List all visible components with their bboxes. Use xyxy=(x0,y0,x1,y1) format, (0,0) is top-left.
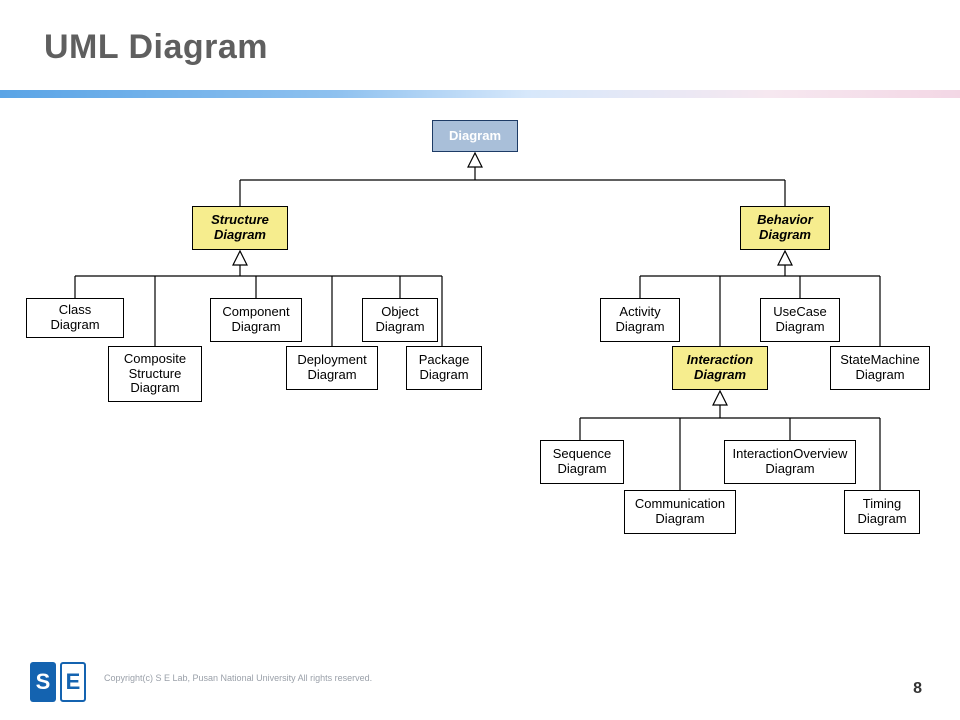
copyright-text: Copyright(c) S E Lab, Pusan National Uni… xyxy=(104,673,372,683)
node-package-diagram: PackageDiagram xyxy=(406,346,482,390)
node-communication-diagram: CommunicationDiagram xyxy=(624,490,736,534)
page-title: UML Diagram xyxy=(44,28,268,67)
node-activity-diagram: ActivityDiagram xyxy=(600,298,680,342)
node-statemachine-diagram: StateMachineDiagram xyxy=(830,346,930,390)
divider-rule xyxy=(0,90,960,98)
page-number: 8 xyxy=(913,680,922,698)
node-object-diagram: ObjectDiagram xyxy=(362,298,438,342)
node-interaction-diagram: InteractionDiagram xyxy=(672,346,768,390)
node-class-diagram: Class Diagram xyxy=(26,298,124,338)
node-behavior-diagram: BehaviorDiagram xyxy=(740,206,830,250)
uml-hierarchy-diagram: Diagram StructureDiagram Class Diagram C… xyxy=(0,98,960,628)
node-structure-diagram: StructureDiagram xyxy=(192,206,288,250)
node-component-diagram: ComponentDiagram xyxy=(210,298,302,342)
lab-logo: SE xyxy=(30,654,90,702)
node-sequence-diagram: SequenceDiagram xyxy=(540,440,624,484)
footer: SE Copyright(c) S E Lab, Pusan National … xyxy=(30,654,372,702)
node-timing-diagram: TimingDiagram xyxy=(844,490,920,534)
node-interactionoverview-diagram: InteractionOverviewDiagram xyxy=(724,440,856,484)
node-diagram-root: Diagram xyxy=(432,120,518,152)
node-deployment-diagram: DeploymentDiagram xyxy=(286,346,378,390)
node-usecase-diagram: UseCaseDiagram xyxy=(760,298,840,342)
node-composite-structure-diagram: CompositeStructureDiagram xyxy=(108,346,202,402)
